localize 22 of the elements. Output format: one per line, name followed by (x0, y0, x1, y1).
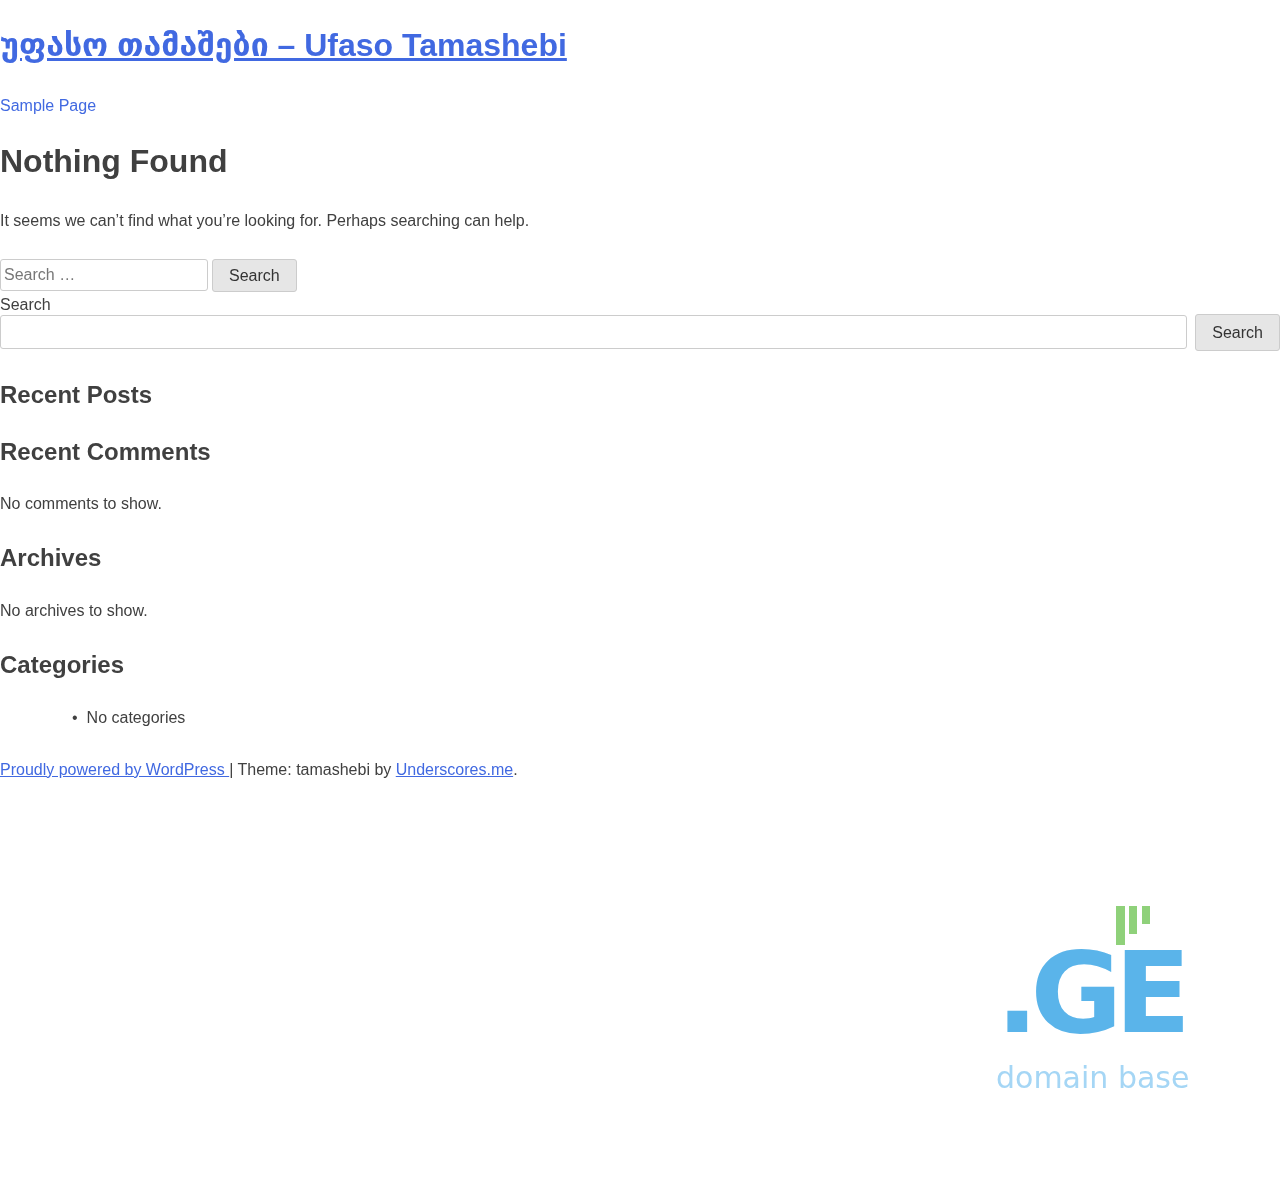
bullet-marker: • (72, 707, 78, 728)
search-button[interactable]: Search (212, 258, 297, 292)
search-field[interactable] (0, 315, 1188, 350)
widget-title: Categories (0, 651, 126, 680)
widget-title: Recent Posts (0, 380, 154, 410)
search-label: Search (0, 295, 52, 314)
logo-text: .GE (996, 946, 1183, 1042)
search-field[interactable]: Search … (0, 259, 208, 292)
widget-title: Recent Comments (0, 437, 212, 467)
theme-link[interactable]: Underscores.me (395, 760, 514, 778)
powered-link[interactable]: Proudly powered by WordPress (0, 760, 230, 778)
widget-text: No archives to show. (0, 601, 149, 622)
widget-text: No comments to show. (0, 494, 163, 515)
search-button[interactable]: Search (1195, 313, 1280, 351)
page-title: Nothing Found (0, 142, 229, 181)
site-title-link[interactable]: უფასო თამაშები – Ufaso Tamashebi (0, 27, 567, 63)
widget-title: Archives (0, 544, 103, 574)
menu-link[interactable]: Sample Page (0, 94, 97, 119)
logo-caption: domain base (996, 1063, 1190, 1094)
footer-credit: Proudly powered by WordPress | Theme: tamashebi by Underscores.me. (0, 759, 519, 780)
message-text: It seems we can’t find what you’re looking for. Perhaps searching can help. (0, 210, 531, 231)
category-item: No categories (86, 707, 186, 728)
